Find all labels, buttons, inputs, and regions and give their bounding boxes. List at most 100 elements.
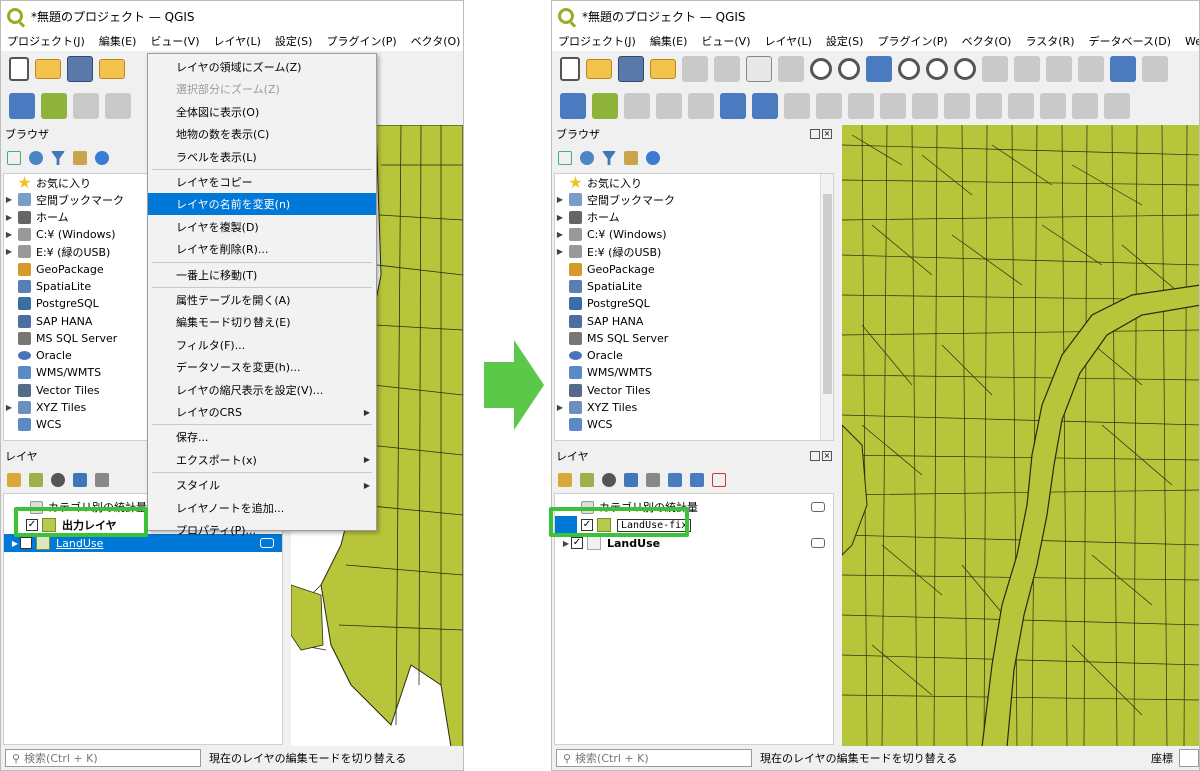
menu-item[interactable]: プロジェクト(J) bbox=[558, 33, 636, 49]
browser-item[interactable]: SpatiaLite bbox=[555, 278, 833, 295]
new-project-icon[interactable] bbox=[9, 57, 29, 81]
expression-filter-icon[interactable] bbox=[646, 473, 660, 487]
collapse-all-icon[interactable] bbox=[73, 151, 87, 165]
menu-item[interactable]: ベクタ(O) bbox=[962, 33, 1012, 49]
browser-scrollbar[interactable] bbox=[820, 174, 833, 440]
zoom-selection-icon[interactable] bbox=[898, 58, 920, 80]
edit-pencil-icon[interactable] bbox=[105, 93, 131, 119]
remove-layer-icon[interactable] bbox=[712, 473, 726, 487]
browser-item[interactable]: WCS bbox=[555, 416, 833, 433]
expression-filter-icon[interactable] bbox=[95, 473, 109, 487]
refresh-map-icon[interactable] bbox=[1110, 56, 1136, 82]
float-panel-icon[interactable] bbox=[810, 451, 820, 461]
layer-visibility-checkbox[interactable]: ✓ bbox=[20, 537, 32, 549]
menu-item[interactable]: ビュー(V) bbox=[150, 33, 199, 49]
digitize-line-icon[interactable] bbox=[880, 93, 906, 119]
context-menu-item[interactable]: 全体図に表示(O) bbox=[148, 101, 376, 123]
menu-item[interactable]: Web(W) bbox=[1185, 35, 1199, 48]
menu-item[interactable]: ビュー(V) bbox=[701, 33, 750, 49]
menu-item[interactable]: 設定(S) bbox=[275, 33, 313, 49]
style-manager-icon[interactable] bbox=[714, 56, 740, 82]
pan-to-selection-icon[interactable] bbox=[778, 56, 804, 82]
context-menu-item[interactable]: レイヤの縮尺表示を設定(V)... bbox=[148, 379, 376, 401]
vertex-tool-icon[interactable] bbox=[944, 93, 970, 119]
locator-search[interactable]: ⚲ 検索(Ctrl + K) bbox=[556, 749, 752, 767]
save-project-icon[interactable] bbox=[618, 56, 644, 82]
edit-pencil-icon[interactable] bbox=[784, 93, 810, 119]
context-menu-item[interactable]: 地物の数を表示(C) bbox=[148, 123, 376, 145]
cut-icon[interactable] bbox=[1008, 93, 1034, 119]
context-menu-item[interactable]: レイヤをコピー bbox=[148, 171, 376, 193]
save-edits-icon[interactable] bbox=[848, 93, 874, 119]
context-menu-item[interactable]: レイヤのCRS ▶ bbox=[148, 401, 376, 423]
context-menu-item[interactable]: エクスポート(x) ▶ bbox=[148, 449, 376, 471]
context-menu-item[interactable]: レイヤの領域にズーム(Z) bbox=[148, 56, 376, 78]
context-menu-item[interactable]: スタイル ▶ bbox=[148, 474, 376, 496]
map-canvas[interactable] bbox=[842, 125, 1199, 747]
expand-arrow-icon[interactable]: ▶ bbox=[4, 247, 14, 256]
digitize-icon[interactable] bbox=[656, 93, 682, 119]
zoom-layer-icon[interactable] bbox=[926, 58, 948, 80]
context-menu-item[interactable]: 保存... bbox=[148, 426, 376, 448]
context-menu-item[interactable]: レイヤの名前を変更(n) bbox=[148, 193, 376, 216]
layer-visibility-checkbox[interactable]: ✓ bbox=[571, 537, 583, 549]
locator-search[interactable]: ⚲ 検索(Ctrl + K) bbox=[5, 749, 201, 767]
refresh-icon[interactable] bbox=[580, 151, 594, 165]
context-menu-item[interactable]: レイヤを複製(D) bbox=[148, 216, 376, 238]
browser-item[interactable]: SAP HANA bbox=[555, 312, 833, 329]
save-project-icon[interactable] bbox=[67, 56, 93, 82]
add-selected-icon[interactable] bbox=[558, 151, 572, 165]
expand-arrow-icon[interactable]: ▶ bbox=[561, 539, 571, 548]
zoom-native-icon[interactable] bbox=[954, 58, 976, 80]
zoom-out-icon[interactable] bbox=[838, 58, 860, 80]
filter-legend-icon[interactable] bbox=[73, 473, 87, 487]
browser-item[interactable]: Vector Tiles bbox=[555, 382, 833, 399]
pan-hand-icon[interactable] bbox=[746, 56, 772, 82]
collapse-all-layers-icon[interactable] bbox=[690, 473, 704, 487]
menu-item[interactable]: 編集(E) bbox=[650, 33, 688, 49]
refresh-icon[interactable] bbox=[29, 151, 43, 165]
expand-arrow-icon[interactable]: ▶ bbox=[555, 195, 565, 204]
style-icon[interactable] bbox=[558, 473, 572, 487]
context-menu-item[interactable]: 編集モード切り替え(E) bbox=[148, 311, 376, 333]
menu-item[interactable]: プロジェクト(J) bbox=[7, 33, 85, 49]
scrollbar-thumb[interactable] bbox=[823, 194, 832, 394]
context-menu-item[interactable]: ラベルを表示(L) bbox=[148, 146, 376, 168]
browser-item[interactable]: MS SQL Server bbox=[555, 330, 833, 347]
menu-item[interactable]: ラスタ(R) bbox=[1025, 33, 1074, 49]
context-menu-item[interactable]: データソースを変更(h)... bbox=[148, 356, 376, 378]
expand-arrow-icon[interactable]: ▶ bbox=[555, 403, 565, 412]
menu-item[interactable]: プラグイン(P) bbox=[326, 33, 396, 49]
filter-icon[interactable] bbox=[602, 151, 616, 165]
add-raster-icon[interactable] bbox=[720, 93, 746, 119]
bookmarks-icon[interactable] bbox=[1078, 56, 1104, 82]
new-project-icon[interactable] bbox=[560, 57, 580, 81]
add-selected-icon[interactable] bbox=[7, 151, 21, 165]
menu-item[interactable]: レイヤ(L) bbox=[213, 33, 260, 49]
context-menu-item[interactable]: 一番上に移動(T) bbox=[148, 264, 376, 286]
data-source-manager-icon[interactable] bbox=[560, 93, 586, 119]
add-group-icon[interactable] bbox=[29, 473, 43, 487]
browser-item[interactable]: ▶ 空間ブックマーク bbox=[555, 191, 833, 208]
add-vector-icon[interactable] bbox=[624, 93, 650, 119]
zoom-last-icon[interactable] bbox=[982, 56, 1008, 82]
toggle-editing-icon[interactable] bbox=[816, 93, 842, 119]
expand-arrow-icon[interactable]: ▶ bbox=[555, 247, 565, 256]
undo-icon[interactable] bbox=[1104, 93, 1130, 119]
identify-icon[interactable] bbox=[1142, 56, 1168, 82]
context-menu-item[interactable]: レイヤを削除(R)... bbox=[148, 238, 376, 260]
template-icon[interactable] bbox=[99, 59, 125, 79]
browser-item[interactable]: ▶ XYZ Tiles bbox=[555, 399, 833, 416]
info-icon[interactable] bbox=[95, 151, 109, 165]
open-project-icon[interactable] bbox=[35, 59, 61, 79]
menu-item[interactable]: レイヤ(L) bbox=[764, 33, 811, 49]
menu-item[interactable]: 設定(S) bbox=[826, 33, 864, 49]
expand-arrow-icon[interactable]: ▶ bbox=[4, 195, 14, 204]
print-layout-icon[interactable] bbox=[682, 56, 708, 82]
close-panel-icon[interactable]: × bbox=[822, 451, 832, 461]
visibility-eye-icon[interactable] bbox=[602, 473, 616, 487]
menu-item[interactable]: データベース(D) bbox=[1089, 33, 1172, 49]
browser-item[interactable]: WMS/WMTS bbox=[555, 364, 833, 381]
browser-item[interactable]: ▶ E:¥ (緑のUSB) bbox=[555, 243, 833, 260]
browser-item[interactable]: お気に入り bbox=[555, 174, 833, 191]
